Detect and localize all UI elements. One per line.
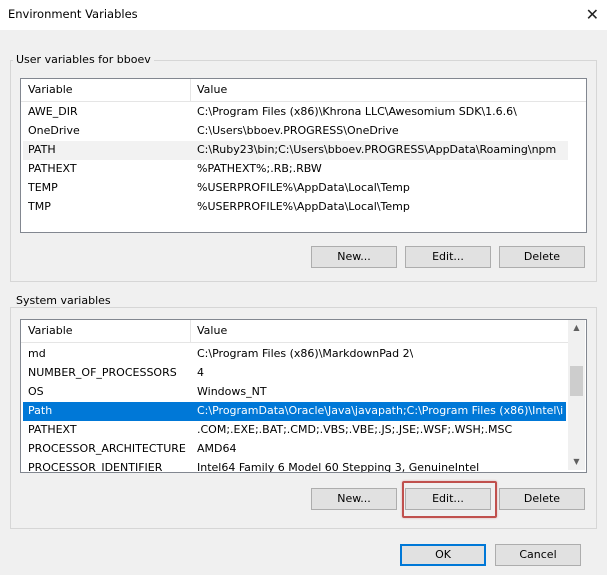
system-delete-button[interactable]: Delete: [499, 488, 585, 510]
table-row[interactable]: PROCESSOR_IDENTIFIER Intel64 Family 6 Mo…: [23, 459, 569, 473]
column-divider[interactable]: [190, 79, 191, 101]
cell-value: %USERPROFILE%\AppData\Local\Temp: [197, 200, 410, 213]
cell-variable: PATH: [28, 143, 56, 156]
cell-variable: PROCESSOR_IDENTIFIER: [28, 461, 163, 473]
user-delete-button[interactable]: Delete: [499, 246, 585, 268]
cell-value: Windows_NT: [197, 385, 267, 398]
cell-value: C:\Ruby23\bin;C:\Users\bboev.PROGRESS\Ap…: [197, 143, 557, 156]
ok-button[interactable]: OK: [400, 544, 486, 566]
system-variables-label: System variables: [13, 294, 114, 307]
table-row[interactable]: PATHEXT %PATHEXT%;.RB;.RBW: [23, 160, 571, 179]
user-new-button[interactable]: New...: [311, 246, 397, 268]
title-bar: Environment Variables ✕: [0, 0, 607, 30]
cell-variable: Path: [28, 404, 53, 417]
highlight-box: [402, 481, 497, 518]
user-list-header: Variable Value: [21, 79, 586, 102]
cell-variable: TMP: [28, 200, 51, 213]
vertical-scrollbar[interactable]: ▲ ▼: [568, 320, 585, 470]
system-list-header: Variable Value: [21, 320, 569, 343]
cell-variable: PATHEXT: [28, 162, 77, 175]
table-row[interactable]: PATHEXT .COM;.EXE;.BAT;.CMD;.VBS;.VBE;.J…: [23, 421, 569, 440]
scroll-up-icon[interactable]: ▲: [568, 323, 585, 332]
table-row[interactable]: PROCESSOR_ARCHITECTURE AMD64: [23, 440, 569, 459]
user-variables-label: User variables for bboev: [13, 53, 154, 66]
cell-variable: TEMP: [28, 181, 58, 194]
cell-value: C:\Users\bboev.PROGRESS\OneDrive: [197, 124, 399, 137]
header-variable[interactable]: Variable: [28, 83, 73, 96]
cell-value: .COM;.EXE;.BAT;.CMD;.VBS;.VBE;.JS;.JSE;.…: [197, 423, 513, 436]
table-row-selected[interactable]: Path C:\ProgramData\Oracle\Java\javapath…: [23, 402, 566, 421]
cell-variable: OneDrive: [28, 124, 80, 137]
cell-value: AMD64: [197, 442, 237, 455]
close-icon[interactable]: ✕: [586, 5, 599, 24]
cell-value: C:\Program Files (x86)\MarkdownPad 2\: [197, 347, 414, 360]
table-row[interactable]: PATH C:\Ruby23\bin;C:\Users\bboev.PROGRE…: [23, 141, 568, 160]
cell-value: %USERPROFILE%\AppData\Local\Temp: [197, 181, 410, 194]
cell-value: Intel64 Family 6 Model 60 Stepping 3, Ge…: [197, 461, 480, 473]
column-divider[interactable]: [190, 320, 191, 342]
table-row[interactable]: md C:\Program Files (x86)\MarkdownPad 2\: [23, 345, 569, 364]
cell-variable: md: [28, 347, 46, 360]
header-value[interactable]: Value: [197, 83, 227, 96]
system-new-button[interactable]: New...: [311, 488, 397, 510]
cell-variable: PATHEXT: [28, 423, 77, 436]
scroll-down-icon[interactable]: ▼: [568, 457, 585, 466]
cell-value: 4: [197, 366, 204, 379]
user-variables-list[interactable]: Variable Value AWE_DIR C:\Program Files …: [20, 78, 587, 233]
table-row[interactable]: OneDrive C:\Users\bboev.PROGRESS\OneDriv…: [23, 122, 571, 141]
cell-value: C:\ProgramData\Oracle\Java\javapath;C:\P…: [197, 404, 563, 417]
table-row[interactable]: TEMP %USERPROFILE%\AppData\Local\Temp: [23, 179, 571, 198]
cancel-button[interactable]: Cancel: [495, 544, 581, 566]
cell-variable: PROCESSOR_ARCHITECTURE: [28, 442, 186, 455]
scroll-thumb[interactable]: [570, 366, 583, 396]
user-edit-button[interactable]: Edit...: [405, 246, 491, 268]
window-title: Environment Variables: [8, 7, 138, 21]
header-value[interactable]: Value: [197, 324, 227, 337]
system-variables-list[interactable]: Variable Value md C:\Program Files (x86)…: [20, 319, 587, 473]
cell-value: C:\Program Files (x86)\Khrona LLC\Awesom…: [197, 105, 517, 118]
table-row[interactable]: OS Windows_NT: [23, 383, 569, 402]
cell-variable: NUMBER_OF_PROCESSORS: [28, 366, 177, 379]
cell-value: %PATHEXT%;.RB;.RBW: [197, 162, 322, 175]
table-row[interactable]: TMP %USERPROFILE%\AppData\Local\Temp: [23, 198, 571, 217]
cell-variable: OS: [28, 385, 44, 398]
table-row[interactable]: NUMBER_OF_PROCESSORS 4: [23, 364, 569, 383]
header-variable[interactable]: Variable: [28, 324, 73, 337]
cell-variable: AWE_DIR: [28, 105, 78, 118]
table-row[interactable]: AWE_DIR C:\Program Files (x86)\Khrona LL…: [23, 103, 571, 122]
